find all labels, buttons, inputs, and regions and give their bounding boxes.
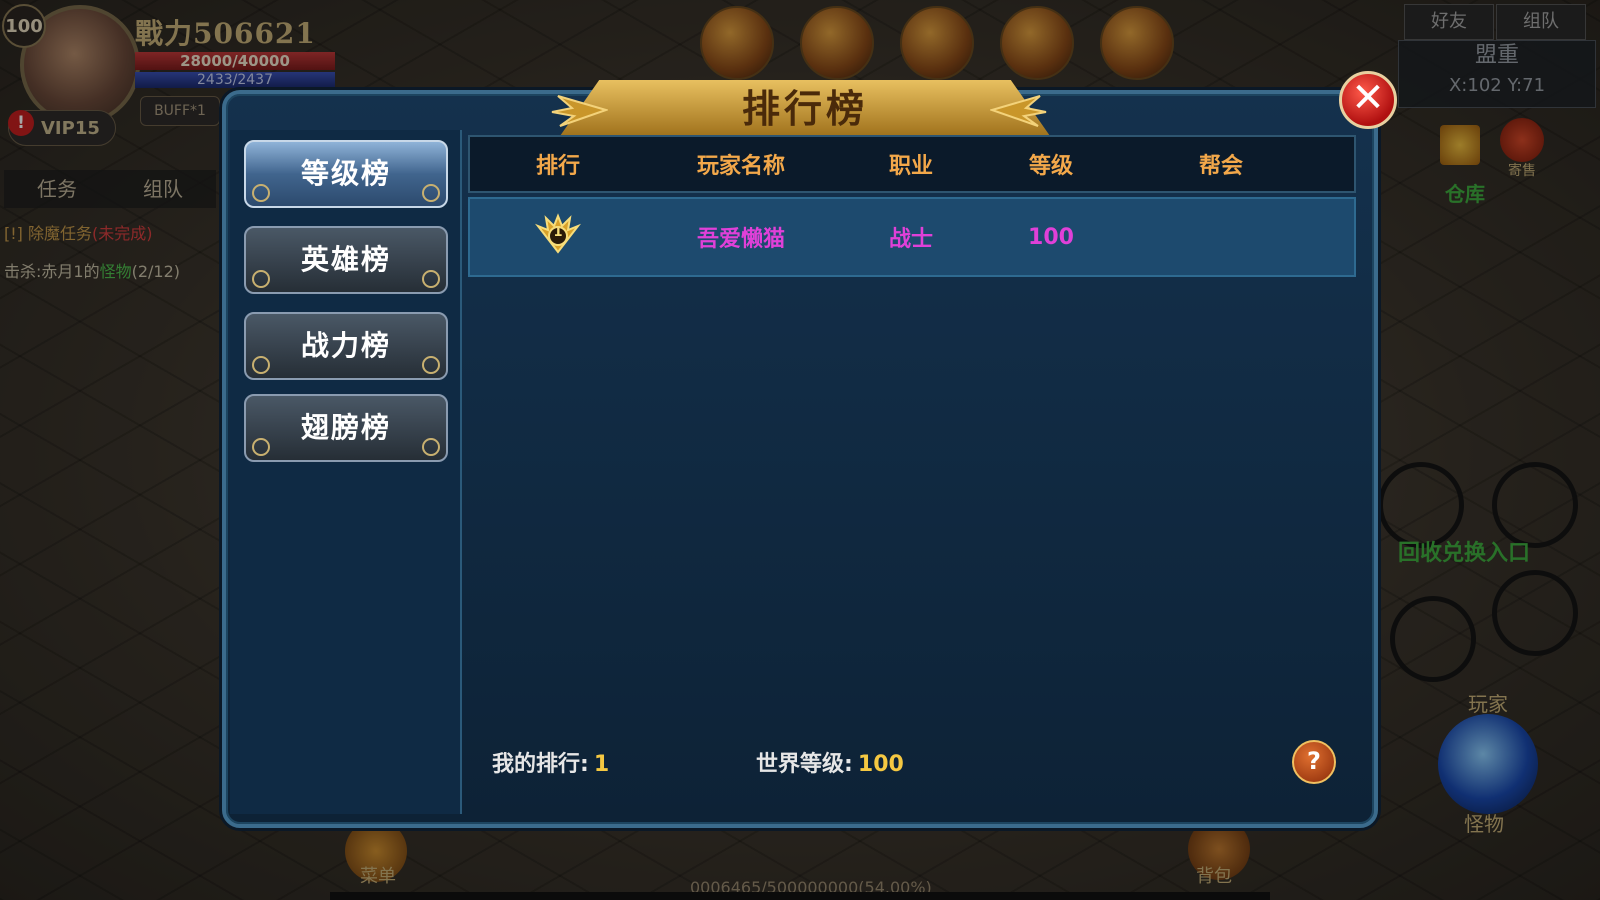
class-cell: 战士 xyxy=(888,227,933,252)
quest-status: (未完成) xyxy=(92,224,153,243)
consign-label: 寄售 xyxy=(1508,163,1536,179)
quest-objective[interactable]: 击杀:赤月1的怪物(2/12) xyxy=(4,258,180,282)
world-level: 世界等级: 100 xyxy=(756,746,904,778)
experience-bar xyxy=(330,892,1270,900)
buff-button[interactable]: BUFF*1 xyxy=(140,96,220,126)
rank-cell: 1 xyxy=(470,212,646,262)
curl-ornament xyxy=(252,438,270,456)
bag-label: 背包 xyxy=(1196,866,1232,887)
combat-power: 戰力506621 xyxy=(135,17,316,50)
rank-first-badge-icon: 1 xyxy=(532,212,584,256)
treasure-hunt-icon[interactable] xyxy=(1000,6,1074,80)
tab-level-ranking[interactable]: 等级榜 xyxy=(244,140,448,208)
help-icon[interactable]: ? xyxy=(1292,740,1336,784)
attack-orb-icon[interactable] xyxy=(1438,714,1538,814)
close-button[interactable]: ✕ xyxy=(1339,71,1397,129)
hp-bar: 28000/40000 xyxy=(135,52,335,70)
tab-power-ranking[interactable]: 战力榜 xyxy=(244,312,448,380)
warehouse-label[interactable]: 仓库 xyxy=(1445,178,1485,207)
my-rank-label: 我的排行: xyxy=(492,752,589,777)
column-class: 职业 xyxy=(888,154,933,179)
quest-team-tabs: 任务 组队 xyxy=(4,170,216,208)
table-header: 排行 玩家名称 职业 等级 帮会 xyxy=(468,135,1356,193)
objective-progress: (2/12) xyxy=(131,262,181,281)
tab-label: 等级榜 xyxy=(300,157,391,190)
ranking-category-sidebar: 等级榜 英雄榜 战力榜 翅膀榜 xyxy=(230,130,462,814)
treasure-chest-icon[interactable] xyxy=(800,6,874,80)
my-rank: 我的排行: 1 xyxy=(492,746,609,778)
quest-title: [!] 除魔任务 xyxy=(4,224,92,243)
trophy-icon[interactable] xyxy=(1440,125,1480,165)
tab-label: 英雄榜 xyxy=(300,243,391,276)
curl-ornament xyxy=(422,356,440,374)
player-target-label[interactable]: 玩家 xyxy=(1468,688,1508,717)
rank-number: 1 xyxy=(553,225,563,240)
level-cell: 100 xyxy=(1028,224,1074,250)
ranking-table: 排行 玩家名称 职业 等级 帮会 1 吾爱懒猫 战士 100 xyxy=(468,135,1356,810)
world-level-value: 100 xyxy=(857,752,904,777)
minimap[interactable]: 盟重 X:102 Y:71 xyxy=(1398,40,1596,108)
objective-text: 击杀:赤月1的 xyxy=(4,262,100,281)
consign-icon[interactable] xyxy=(1500,118,1544,162)
skill-slot-3[interactable] xyxy=(1390,596,1476,682)
map-name: 盟重 xyxy=(1474,43,1519,68)
event-scroll-icon[interactable] xyxy=(900,6,974,80)
menu-label: 菜单 xyxy=(360,866,396,887)
curl-ornament xyxy=(252,270,270,288)
alert-icon: ! xyxy=(8,110,34,136)
tab-hero-ranking[interactable]: 英雄榜 xyxy=(244,226,448,294)
column-guild: 帮会 xyxy=(1198,154,1243,179)
tab-label: 翅膀榜 xyxy=(300,411,391,444)
my-rank-value: 1 xyxy=(593,752,610,777)
quest-item[interactable]: [!] 除魔任务(未完成) xyxy=(4,220,153,244)
curl-ornament xyxy=(252,356,270,374)
coordinates: X:102 Y:71 xyxy=(1448,75,1546,96)
mp-bar: 2433/2437 xyxy=(135,72,335,88)
monster-target-label[interactable]: 怪物 xyxy=(1464,808,1504,837)
shop-coin-icon[interactable] xyxy=(1100,6,1174,80)
column-level: 等级 xyxy=(1028,154,1073,179)
skill-slot-4[interactable] xyxy=(1492,570,1578,656)
tab-label: 战力榜 xyxy=(300,329,391,362)
tab-quest[interactable]: 任务 xyxy=(4,170,110,208)
tab-team[interactable]: 组队 xyxy=(110,170,216,208)
recycle-exchange-link[interactable]: 回收兑换入口 xyxy=(1398,535,1530,567)
first-recharge-icon[interactable] xyxy=(700,6,774,80)
player-name-cell: 吾爱懒猫 xyxy=(696,227,785,252)
friends-button[interactable]: 好友 xyxy=(1404,4,1494,40)
team-button[interactable]: 组队 xyxy=(1496,4,1586,40)
player-level-badge: 100 xyxy=(2,4,46,48)
curl-ornament xyxy=(422,184,440,202)
column-player-name: 玩家名称 xyxy=(696,154,785,179)
world-level-label: 世界等级: xyxy=(756,752,853,777)
column-rank: 排行 xyxy=(535,154,580,179)
curl-ornament xyxy=(422,438,440,456)
tab-wings-ranking[interactable]: 翅膀榜 xyxy=(244,394,448,462)
table-row[interactable]: 1 吾爱懒猫 战士 100 xyxy=(468,197,1356,277)
objective-target: 怪物 xyxy=(99,262,132,281)
dialog-title: 排行榜 xyxy=(741,86,868,131)
curl-ornament xyxy=(422,270,440,288)
curl-ornament xyxy=(252,184,270,202)
